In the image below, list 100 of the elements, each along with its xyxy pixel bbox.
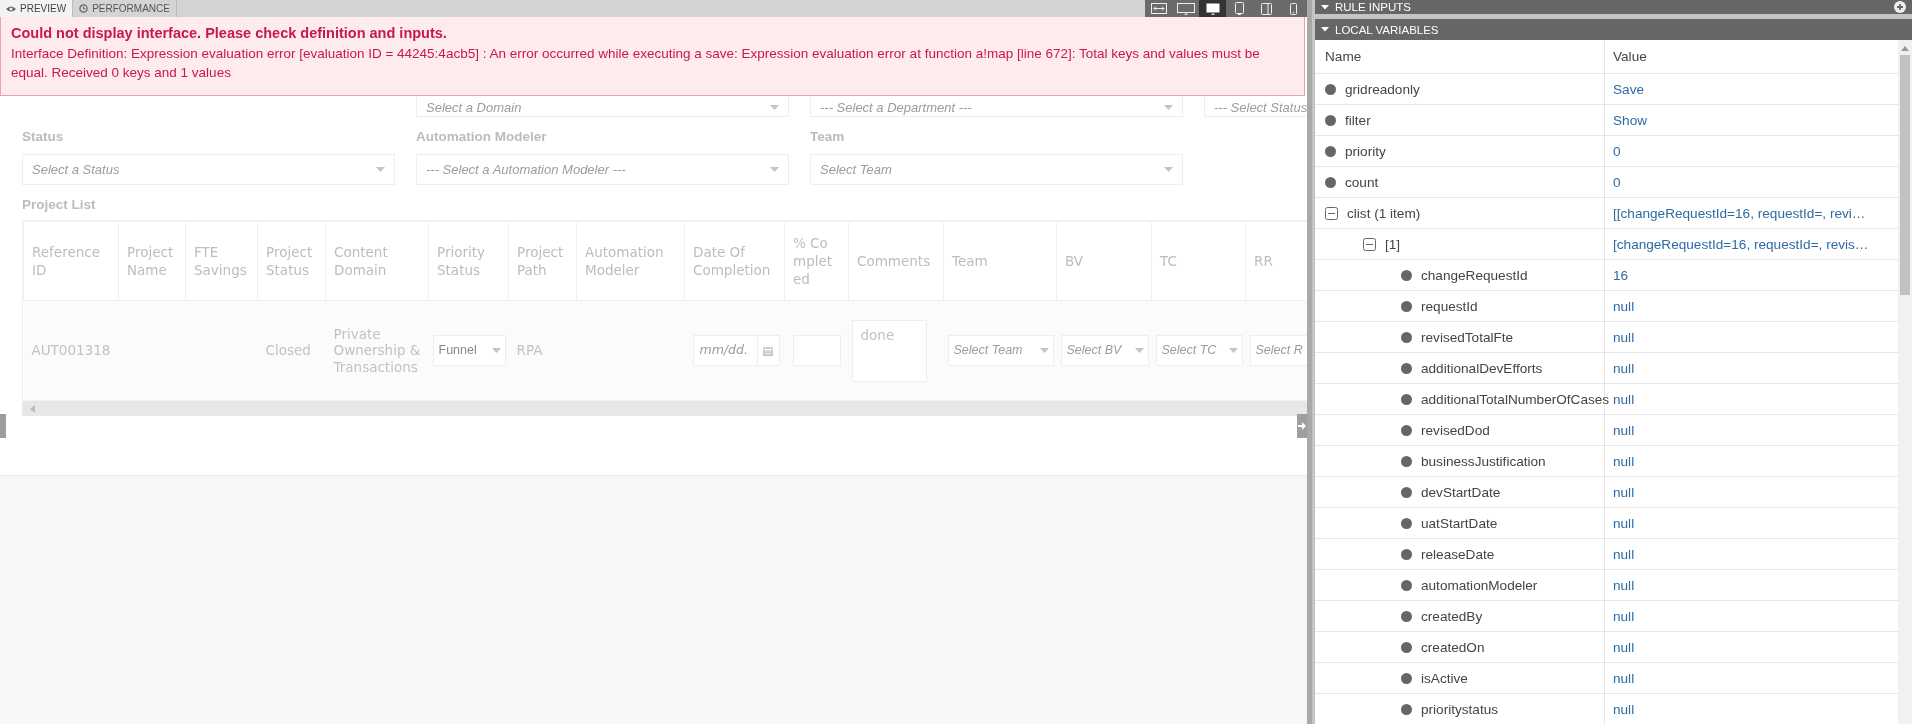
variable-value[interactable]: null: [1613, 298, 1635, 314]
bullet-icon: [1401, 641, 1412, 653]
column-header: Reference ID: [23, 221, 119, 301]
bullet-icon: [1401, 579, 1412, 591]
arrows-icon: [1150, 3, 1167, 14]
variable-value[interactable]: [[changeRequestId=16, requestId=, revi…: [1613, 205, 1866, 221]
variable-name: uatStartDate: [1421, 515, 1498, 531]
bullet-icon: [1401, 610, 1412, 622]
caret-icon: [770, 167, 779, 172]
variable-value[interactable]: null: [1613, 391, 1635, 407]
bullet-icon: [1401, 300, 1412, 312]
monitor-icon: [1176, 2, 1195, 15]
dropdown-field[interactable]: Funnel: [432, 335, 506, 366]
variable-value[interactable]: null: [1613, 422, 1635, 438]
dropdown-field[interactable]: Select Team: [810, 154, 1183, 185]
column-header: Name: [1325, 49, 1362, 64]
column-header: Comments: [848, 221, 944, 301]
dropdown-field[interactable]: Select TC: [1155, 335, 1243, 366]
section-title: Project List: [22, 197, 97, 212]
variable-name: releaseDate: [1421, 546, 1495, 562]
device-button[interactable]: [1199, 0, 1226, 17]
variable-value[interactable]: [changeRequestId=16, requestId=, revis…: [1613, 236, 1869, 252]
caret-icon: [376, 167, 385, 172]
variable-name: requestId: [1421, 298, 1478, 314]
tablet-icon: [1235, 2, 1244, 15]
panel-toggle-icon[interactable]: [1297, 414, 1307, 438]
variable-value[interactable]: null: [1613, 670, 1635, 686]
variable-value[interactable]: 16: [1613, 267, 1629, 283]
scrollbar[interactable]: [22, 401, 1307, 416]
bullet-icon: [1401, 269, 1412, 281]
column-header: Value: [1613, 49, 1647, 64]
table-cell: Private Ownership & Transactions: [325, 300, 429, 401]
bullet-icon: [1401, 672, 1412, 684]
variable-value[interactable]: null: [1613, 546, 1635, 562]
variable-value[interactable]: null: [1613, 484, 1635, 500]
variable-name: createdOn: [1421, 639, 1485, 655]
dropdown-field[interactable]: Select R: [1249, 335, 1307, 366]
monitor-icon: [1205, 2, 1220, 15]
error-message: Interface Definition: Expression evaluation error [evaluation ID = 44245:4acb5] : An error occurred while executing a save: Expression evaluation error at function a!map [line 672]: Total keys and values must be equal. Received 0 keys and 1 values: [11, 45, 1261, 82]
column-header: Project Status: [257, 221, 326, 301]
dropdown-field[interactable]: Select BV: [1060, 335, 1149, 366]
bullet-icon: [1325, 145, 1336, 157]
variable-name: priority: [1345, 143, 1386, 159]
variable-value[interactable]: null: [1613, 639, 1635, 655]
column-header: Team: [943, 221, 1057, 301]
dropdown-field[interactable]: Select a Domain: [416, 96, 789, 117]
variable-value[interactable]: null: [1613, 577, 1635, 593]
tablet-icon: [1261, 2, 1272, 15]
bullet-icon: [1401, 362, 1412, 374]
variable-name: automationModeler: [1421, 577, 1538, 593]
bullet-icon: [1401, 455, 1412, 467]
dropdown-field[interactable]: --- Select a Automation Modeler ---: [416, 154, 789, 185]
scrollbar[interactable]: [1898, 40, 1912, 724]
variable-name: [1]: [1385, 236, 1401, 252]
caret-icon: [1164, 167, 1173, 172]
variable-name: businessJustification: [1421, 453, 1546, 469]
plus-icon: [1894, 1, 1906, 13]
dropdown-field[interactable]: Select Team: [947, 335, 1054, 366]
phone-icon: [1290, 2, 1297, 15]
variable-value[interactable]: Show: [1613, 112, 1647, 128]
variable-name: count: [1345, 174, 1379, 190]
column-header: Project Name: [118, 221, 186, 301]
bullet-icon: [1401, 517, 1412, 529]
panel-toggle-icon[interactable]: [0, 414, 6, 438]
dropdown-field[interactable]: --- Select a Department ---: [810, 96, 1183, 117]
column-header: Project Path: [508, 221, 577, 301]
variable-value[interactable]: null: [1613, 515, 1635, 531]
variable-value[interactable]: null: [1613, 360, 1635, 376]
column-header: Priority Status: [428, 221, 509, 301]
variable-value[interactable]: null: [1613, 608, 1635, 624]
calendar-icon: [763, 345, 774, 356]
variable-value[interactable]: null: [1613, 329, 1635, 345]
caret-icon: [1134, 348, 1144, 353]
field-label: Team: [810, 129, 846, 146]
arrow-left-icon: [30, 404, 35, 413]
variable-name: prioritystatus: [1421, 701, 1499, 717]
variable-value[interactable]: 0: [1613, 143, 1621, 159]
column-header: Date Of Completion: [684, 221, 785, 301]
table-cell: RPA: [508, 300, 577, 401]
variable-value[interactable]: null: [1613, 453, 1635, 469]
bullet-icon: [1401, 393, 1412, 405]
section-header[interactable]: LOCAL VARIABLES: [1315, 19, 1912, 40]
bullet-icon: [1401, 486, 1412, 498]
date-field[interactable]: mm/dd.: [692, 335, 780, 366]
variable-value[interactable]: Save: [1613, 81, 1644, 97]
collapse-icon[interactable]: [1363, 237, 1376, 251]
variable-value[interactable]: null: [1613, 701, 1635, 717]
variable-value[interactable]: 0: [1613, 174, 1621, 190]
column-header: Automation Modeler: [576, 221, 685, 301]
caret-icon: [491, 348, 501, 353]
section-header[interactable]: RULE INPUTS: [1315, 0, 1912, 14]
dropdown-field[interactable]: --- Select Status: [1204, 96, 1307, 117]
column-header: BV: [1056, 221, 1152, 301]
dropdown-field[interactable]: Select a Status: [22, 154, 395, 185]
tab[interactable]: PREVIEW: [0, 0, 74, 17]
column-header: TC: [1151, 221, 1246, 301]
collapse-icon[interactable]: [1325, 206, 1338, 220]
table-cell: AUT001318: [23, 300, 119, 401]
field-label: Status: [22, 129, 65, 146]
bullet-icon: [1325, 83, 1336, 95]
